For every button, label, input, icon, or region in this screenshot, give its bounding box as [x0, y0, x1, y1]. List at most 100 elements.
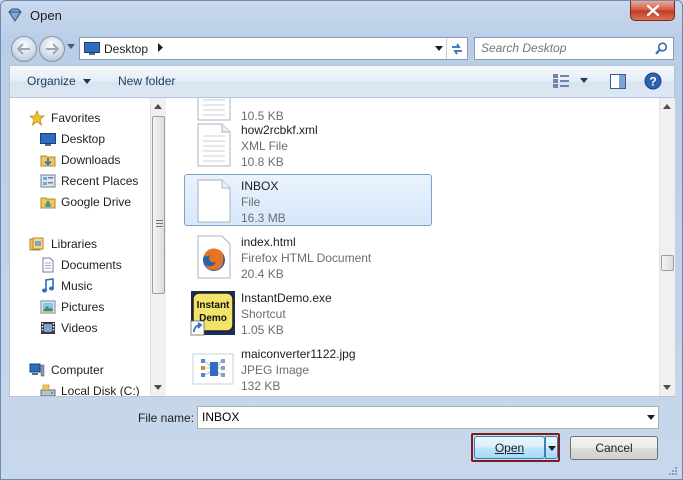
organize-label: Organize: [27, 74, 76, 88]
nav-label: Favorites: [51, 111, 101, 125]
nav-label: Music: [61, 279, 93, 293]
arrow-left-icon: [17, 43, 30, 55]
desktop-icon: [40, 133, 56, 146]
google-drive-icon: [40, 197, 56, 209]
breadcrumb[interactable]: Desktop: [104, 42, 148, 56]
close-button[interactable]: [630, 1, 675, 21]
scrollbar-thumb[interactable]: [152, 116, 165, 294]
address-bar[interactable]: Desktop: [79, 37, 468, 60]
jpeg-icon: [192, 353, 234, 385]
file-list-scrollbar[interactable]: [659, 98, 675, 396]
recent-pages-icon[interactable]: [67, 44, 75, 50]
grip-icon: [156, 220, 163, 227]
search-input[interactable]: [481, 41, 651, 55]
file-item[interactable]: index.html Firefox HTML Document 20.4 KB: [184, 230, 432, 282]
resize-grip-icon[interactable]: [668, 466, 678, 476]
search-icon[interactable]: [655, 42, 668, 55]
nav-item-desktop[interactable]: Desktop: [10, 129, 150, 149]
scroll-up-icon[interactable]: [154, 104, 162, 109]
file-size: 16.3 MB: [241, 211, 286, 225]
open-dialog: Open Desktop Search Desktop Organize New…: [0, 0, 683, 480]
file-size: 10.8 KB: [241, 155, 284, 169]
file-name: index.html: [241, 235, 296, 249]
chevron-down-icon: [435, 46, 443, 51]
navigation-row: Desktop: [1, 31, 682, 63]
firefox-icon: [197, 235, 231, 279]
open-button[interactable]: Open: [474, 436, 545, 459]
scroll-down-icon[interactable]: [154, 385, 162, 390]
file-type: XML File: [241, 139, 288, 153]
close-icon: [646, 5, 659, 16]
nav-label: Libraries: [51, 237, 98, 251]
refresh-icon: [452, 43, 462, 54]
file-item-selected[interactable]: INBOX File 16.3 MB: [184, 174, 432, 226]
back-button[interactable]: [11, 36, 37, 62]
help-icon[interactable]: ?: [644, 72, 662, 90]
nav-item-recent-places[interactable]: Recent Places: [10, 171, 150, 191]
search-box[interactable]: [474, 37, 674, 60]
navigation-pane[interactable]: Favorites Desktop Downloads Recent Place…: [10, 98, 166, 396]
nav-item-local-disk[interactable]: Local Disk (C:): [10, 381, 150, 396]
file-name: how2rcbkf.xml: [241, 123, 318, 137]
scrollbar-thumb[interactable]: [661, 255, 674, 271]
new-folder-button[interactable]: New folder: [118, 74, 175, 88]
nav-item-videos[interactable]: Videos: [10, 318, 150, 338]
nav-label: Google Drive: [61, 195, 132, 209]
file-name: INBOX: [241, 179, 279, 193]
file-name: maiconverter1122.jpg: [241, 347, 356, 361]
nav-group-libraries[interactable]: Libraries: [10, 234, 150, 254]
nav-item-pictures[interactable]: Pictures: [10, 297, 150, 317]
videos-icon: [41, 322, 55, 334]
music-icon: [42, 278, 54, 293]
file-type: JPEG Image: [241, 363, 310, 377]
nav-item-downloads[interactable]: Downloads: [10, 150, 150, 170]
file-item[interactable]: how2rcbkf.xml XML File 10.8 KB: [184, 118, 432, 170]
documents-icon: [42, 257, 54, 273]
document-icon: [197, 123, 231, 167]
file-item[interactable]: Instant Demo InstantDemo.exe Shortcut 1.…: [184, 286, 432, 338]
svg-text:?: ?: [649, 75, 656, 89]
file-size: 132 KB: [241, 379, 281, 393]
downloads-icon: [40, 155, 56, 167]
nav-label: Documents: [61, 258, 122, 272]
file-size: 20.4 KB: [241, 267, 284, 281]
nav-label: Downloads: [61, 153, 121, 167]
preview-pane-icon[interactable]: [610, 74, 626, 89]
file-item[interactable]: maiconverter1122.jpg JPEG Image 132 KB: [184, 342, 432, 394]
open-options-dropdown[interactable]: [545, 436, 558, 459]
nav-group-computer[interactable]: Computer: [10, 360, 150, 380]
file-name-input[interactable]: [202, 410, 632, 424]
nav-label: Videos: [61, 321, 98, 335]
file-list[interactable]: 10.5 KB how2rcbkf.xml XML File 10.8 KB I…: [167, 98, 659, 396]
nav-item-documents[interactable]: Documents: [10, 255, 150, 275]
file-type: Shortcut: [241, 307, 286, 321]
gem-icon: [8, 8, 22, 22]
chevron-right-icon[interactable]: [158, 43, 164, 52]
views-icon[interactable]: [552, 73, 570, 89]
chevron-down-icon: [83, 79, 92, 85]
star-icon: [29, 110, 45, 126]
cancel-button[interactable]: Cancel: [570, 436, 658, 460]
nav-item-music[interactable]: Music: [10, 276, 150, 296]
nav-label: Local Disk (C:): [61, 384, 140, 396]
refresh-button[interactable]: [446, 38, 467, 59]
file-name: InstantDemo.exe: [241, 291, 332, 305]
libraries-icon: [29, 237, 44, 251]
scroll-up-icon[interactable]: [663, 104, 671, 109]
nav-item-google-drive[interactable]: Google Drive: [10, 192, 150, 212]
nav-label: Computer: [51, 363, 104, 377]
nav-group-favorites[interactable]: Favorites: [10, 108, 150, 128]
nav-label: Pictures: [61, 300, 105, 314]
title-bar: Open: [1, 1, 682, 31]
views-dropdown-icon[interactable]: [580, 78, 588, 83]
navigation-scrollbar[interactable]: [150, 98, 166, 396]
organize-menu[interactable]: Organize: [27, 74, 92, 88]
instantdemo-icon: Instant Demo: [190, 291, 235, 336]
file-size: 1.05 KB: [241, 323, 284, 337]
arrow-right-icon: [46, 43, 59, 55]
chevron-down-icon[interactable]: [647, 415, 655, 420]
scroll-down-icon[interactable]: [663, 385, 671, 390]
forward-button[interactable]: [39, 36, 65, 62]
file-name-label: File name:: [138, 411, 195, 425]
file-name-combobox[interactable]: [197, 406, 659, 429]
